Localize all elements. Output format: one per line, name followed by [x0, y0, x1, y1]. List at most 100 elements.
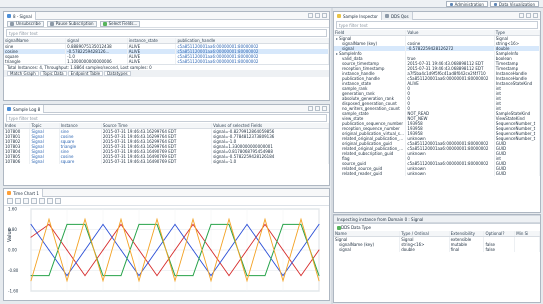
series-0-point: [48, 223, 50, 225]
signal-table: signalName signal instance_state publica…: [4, 38, 329, 64]
layout-icon[interactable]: [315, 13, 320, 18]
series-1-point: [318, 223, 320, 225]
signal-toolbar: Unsubscribe Pause Subscription Select Fi…: [4, 20, 329, 28]
series-3-point: [174, 280, 176, 282]
endpoint-table-tab[interactable]: Endpoint Table: [67, 71, 104, 76]
data-visualization-button[interactable]: Data Visualization: [489, 1, 539, 7]
collapse-icon[interactable]: [526, 13, 531, 18]
sample-log-filter-placeholder: type filter text: [9, 115, 38, 121]
signal-panel: 8 - Signal Unsubscribe Pause Subscriptio…: [3, 11, 330, 101]
topic-cell: Signal: [29, 159, 60, 164]
unsubscribe-icon: [10, 21, 14, 26]
sample-log-tab-bar: Sample Log 8: [4, 105, 329, 113]
signal-tab-label: 8 - Signal: [13, 13, 32, 19]
topic-data-tab[interactable]: Topic Data: [39, 71, 67, 76]
series-2-point: [318, 275, 320, 277]
series-0-point: [300, 275, 302, 277]
maximize-icon[interactable]: [322, 106, 327, 111]
match-graph-tab[interactable]: Match Graph: [7, 71, 39, 76]
sample-log-table: Index Topic Instance Source Time Values …: [4, 123, 329, 164]
series-3-point: [282, 280, 284, 282]
series-3-point: [66, 280, 68, 282]
inspector-rows: Signal Signal signalName (key) cosine string…: [334, 35, 540, 176]
sample-log-panel: Sample Log 8 type filter text Index Topi…: [3, 104, 330, 186]
series-2-point: [282, 223, 284, 225]
minimize-icon[interactable]: [322, 13, 327, 18]
dds-data-type-tab-bar: DDS Data Type: [334, 223, 540, 231]
optional-cell: false: [483, 247, 516, 252]
signal-icon: [7, 14, 11, 18]
expand-icon[interactable]: [519, 13, 524, 18]
pause-subscription-button[interactable]: Pause Subscription: [46, 20, 97, 27]
series-1-point: [174, 223, 176, 225]
table-row[interactable]: signal double final false: [334, 247, 540, 252]
pause-log-icon[interactable]: [308, 106, 313, 111]
y-tick-label: 1.60: [8, 207, 17, 212]
series-2-point: [48, 275, 50, 277]
unsubscribe-label: Unsubscribe: [16, 21, 41, 26]
series-3-point: [48, 218, 50, 220]
field-cell: related_reader_guid: [334, 171, 407, 176]
signal-tab[interactable]: 8 - Signal: [4, 12, 36, 20]
zoom-out-icon[interactable]: [15, 198, 21, 204]
series-1-point: [282, 275, 284, 277]
series-0-point: [84, 275, 86, 277]
time-chart-plot[interactable]: 1.60 0.80 0.00 -0.80 -1.60: [4, 205, 329, 301]
series-3-point: [156, 218, 158, 220]
table-row[interactable]: 107806 Signal square 2015-07-31 19:46:43.16…: [4, 159, 329, 164]
data-visualization-icon: [493, 2, 497, 6]
pause-icon: [49, 21, 54, 26]
pause-icon[interactable]: [39, 198, 45, 204]
sample-log-tab-label: Sample Log 8: [13, 106, 41, 112]
perspective-buttons: Administration Data Visualization: [445, 1, 539, 7]
administration-button[interactable]: Administration: [445, 1, 488, 7]
extensibility-cell: final: [449, 247, 485, 252]
sample-log-icon: [7, 107, 11, 111]
selected-values-cell: signal=-1.0: [211, 159, 329, 164]
table-row[interactable]: related_reader_guid unknown GUID: [334, 171, 540, 176]
series-2-point: [174, 275, 176, 277]
instance-label: Inspecting instance from Domain 0 : Sign…: [334, 215, 540, 223]
zoom-in-icon[interactable]: [7, 198, 13, 204]
series-2-point: [30, 275, 32, 277]
sample-log-actions: [308, 106, 327, 111]
signal-subtabs: Match Graph Topic Data Endpoint Table Da…: [4, 70, 329, 77]
select-fields-icon: [102, 21, 107, 26]
inspector-tab-bar: Sample Inspector DDS Qos: [334, 12, 540, 20]
expand-caret-icon[interactable]: [336, 38, 338, 40]
settings-icon[interactable]: [55, 198, 61, 204]
green-action-icon[interactable]: [308, 13, 313, 18]
fit-icon[interactable]: [31, 198, 37, 204]
expand-caret-icon[interactable]: [336, 53, 338, 55]
value-cell: c5a851120001aa6:00000001:80000002: [405, 76, 495, 81]
time-chart-tab-label: Time Chart 1: [13, 190, 39, 196]
sample-log-tab[interactable]: Sample Log 8: [4, 105, 45, 113]
type-ordinal-cell: double: [399, 247, 450, 252]
dds-qos-tab[interactable]: DDS Qos: [381, 12, 413, 20]
select-fields-button[interactable]: Select Fields...: [99, 20, 141, 27]
series-1-point: [210, 275, 212, 277]
value-cell: unknown: [405, 171, 495, 176]
series-2-point: [228, 223, 230, 225]
instance-label-text: Inspecting instance from Domain 0 : Sign…: [337, 216, 424, 222]
series-2-point: [66, 223, 68, 225]
inspector-filter-input[interactable]: type filter text: [336, 21, 538, 29]
pan-icon[interactable]: [23, 198, 29, 204]
series-2-point: [192, 275, 194, 277]
series-2-point: [138, 223, 140, 225]
datatypes-tab[interactable]: Datatypes: [104, 71, 131, 76]
series-0-point: [210, 249, 212, 251]
sample-inspector-tab[interactable]: Sample Inspector: [334, 12, 382, 20]
unsubscribe-button[interactable]: Unsubscribe: [7, 20, 44, 27]
time-chart-tab[interactable]: Time Chart 1: [4, 189, 43, 197]
signal-status-text: Total Instances: 4, Throughput: 1.8864 s…: [7, 65, 152, 70]
series-0-point: [120, 223, 122, 225]
maximize-icon[interactable]: [533, 13, 538, 18]
sample-log-filter-input[interactable]: type filter text: [6, 114, 327, 122]
series-3-point: [30, 280, 32, 282]
series-1-point: [48, 249, 50, 251]
administration-label: Administration: [454, 1, 484, 7]
signal-filter-input[interactable]: type filter text: [6, 29, 327, 37]
clear-log-icon[interactable]: [315, 106, 320, 111]
export-icon[interactable]: [47, 198, 53, 204]
